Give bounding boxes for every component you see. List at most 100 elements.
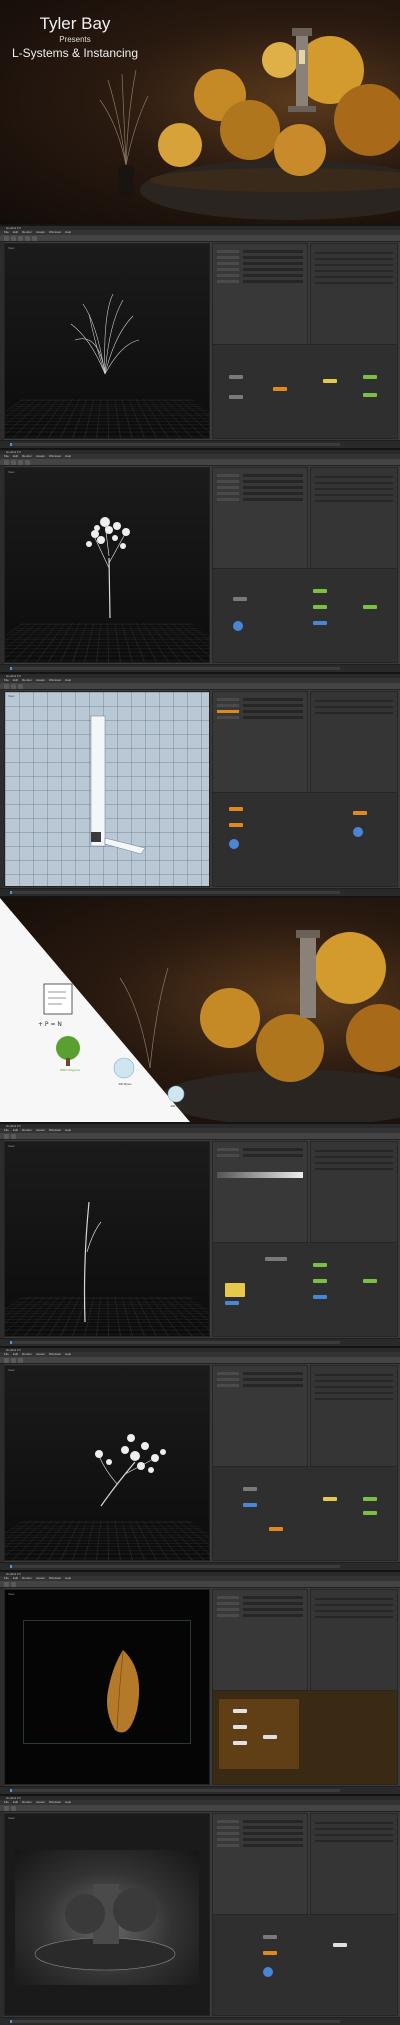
network-node[interactable] [313,605,327,609]
param-field[interactable] [243,474,303,477]
playbar-timeline[interactable] [0,1562,400,1570]
network-node[interactable] [243,1487,257,1491]
playbar-timeline[interactable] [0,2017,400,2025]
network-node[interactable] [233,1741,247,1745]
param-field[interactable] [243,710,303,713]
param-field[interactable] [243,1614,303,1617]
param-field[interactable] [243,1154,303,1157]
network-node[interactable] [313,621,327,625]
param-field[interactable] [243,1826,303,1829]
playbar-timeline[interactable] [0,440,400,448]
param-field[interactable] [243,1844,303,1847]
shelf-tool-icon[interactable] [11,460,16,465]
network-view[interactable] [212,792,398,887]
playbar-timeline[interactable] [0,664,400,672]
scene-viewport[interactable]: View [4,1365,210,1561]
param-field[interactable] [243,1378,303,1381]
network-node[interactable] [323,1497,337,1501]
network-node[interactable] [313,1295,327,1299]
param-field[interactable] [243,1148,303,1151]
shelf-tool-icon[interactable] [4,1582,9,1587]
network-node[interactable] [229,807,243,811]
network-box[interactable] [219,1699,299,1769]
shelf-tool-icon[interactable] [18,684,23,689]
param-field[interactable] [243,262,303,265]
shelf-tool-icon[interactable] [11,236,16,241]
shelf-tool-icon[interactable] [4,1806,9,1811]
param-field[interactable] [243,1832,303,1835]
shelf-tool-icon[interactable] [4,1134,9,1139]
network-node[interactable] [229,395,243,399]
network-node[interactable] [265,1257,287,1261]
shelf-tool-icon[interactable] [11,1582,16,1587]
network-node[interactable] [313,589,327,593]
network-view[interactable] [212,1690,398,1785]
network-node[interactable] [229,375,243,379]
network-node[interactable] [233,1709,247,1713]
param-field[interactable] [243,256,303,259]
network-view[interactable] [212,568,398,663]
param-field[interactable] [243,1838,303,1841]
network-node[interactable] [263,1935,277,1939]
network-node[interactable] [323,379,337,383]
param-field[interactable] [243,1602,303,1605]
network-node[interactable] [363,375,377,379]
scene-viewport[interactable]: View [4,1141,210,1337]
ramp-parameter[interactable] [217,1172,303,1178]
playbar-timeline[interactable] [0,1338,400,1346]
param-field[interactable] [243,486,303,489]
param-field[interactable] [243,1608,303,1611]
network-node[interactable] [363,605,377,609]
network-node[interactable] [313,1279,327,1283]
network-node[interactable] [363,1511,377,1515]
playbar-timeline[interactable] [0,888,400,896]
network-node[interactable] [263,1951,277,1955]
param-field[interactable] [243,480,303,483]
param-field[interactable] [243,716,303,719]
shelf-tool-icon[interactable] [18,236,23,241]
param-field[interactable] [243,268,303,271]
network-node[interactable] [225,1283,245,1297]
network-node[interactable] [263,1967,273,1977]
network-node[interactable] [363,393,377,397]
param-field[interactable] [243,274,303,277]
network-node[interactable] [363,1279,377,1283]
network-node[interactable] [233,1725,247,1729]
scene-viewport[interactable]: View [4,243,210,439]
network-view[interactable] [212,1466,398,1561]
network-node[interactable] [233,597,247,601]
shelf-tool-icon[interactable] [4,684,9,689]
network-node[interactable] [353,811,367,815]
shelf-tool-icon[interactable] [18,1358,23,1363]
shelf-tool-icon[interactable] [4,236,9,241]
param-field[interactable] [243,1596,303,1599]
uv-viewport[interactable]: View [4,691,210,887]
param-field[interactable] [243,704,303,707]
shelf-tool-icon[interactable] [11,1134,16,1139]
param-field[interactable] [243,250,303,253]
network-node[interactable] [229,823,243,827]
network-node[interactable] [233,621,243,631]
shelf-tool-icon[interactable] [4,1358,9,1363]
network-view[interactable] [212,1914,398,2016]
network-node[interactable] [363,1497,377,1501]
network-node[interactable] [263,1735,277,1739]
network-node[interactable] [243,1503,257,1507]
scene-viewport[interactable]: View [4,467,210,663]
param-field[interactable] [243,492,303,495]
network-view[interactable] [212,344,398,439]
shelf-tool-icon[interactable] [11,1806,16,1811]
render-viewport[interactable]: View [4,1813,210,2016]
network-node[interactable] [353,827,363,837]
network-node[interactable] [225,1301,239,1305]
network-node[interactable] [313,1263,327,1267]
shelf-tool-icon[interactable] [32,236,37,241]
shelf-tool-icon[interactable] [11,1358,16,1363]
shelf-tool-icon[interactable] [11,684,16,689]
network-node[interactable] [269,1527,283,1531]
param-field[interactable] [243,498,303,501]
shelf-tool-icon[interactable] [25,236,30,241]
network-node[interactable] [229,839,239,849]
network-view[interactable] [212,1242,398,1337]
network-node[interactable] [273,387,287,391]
